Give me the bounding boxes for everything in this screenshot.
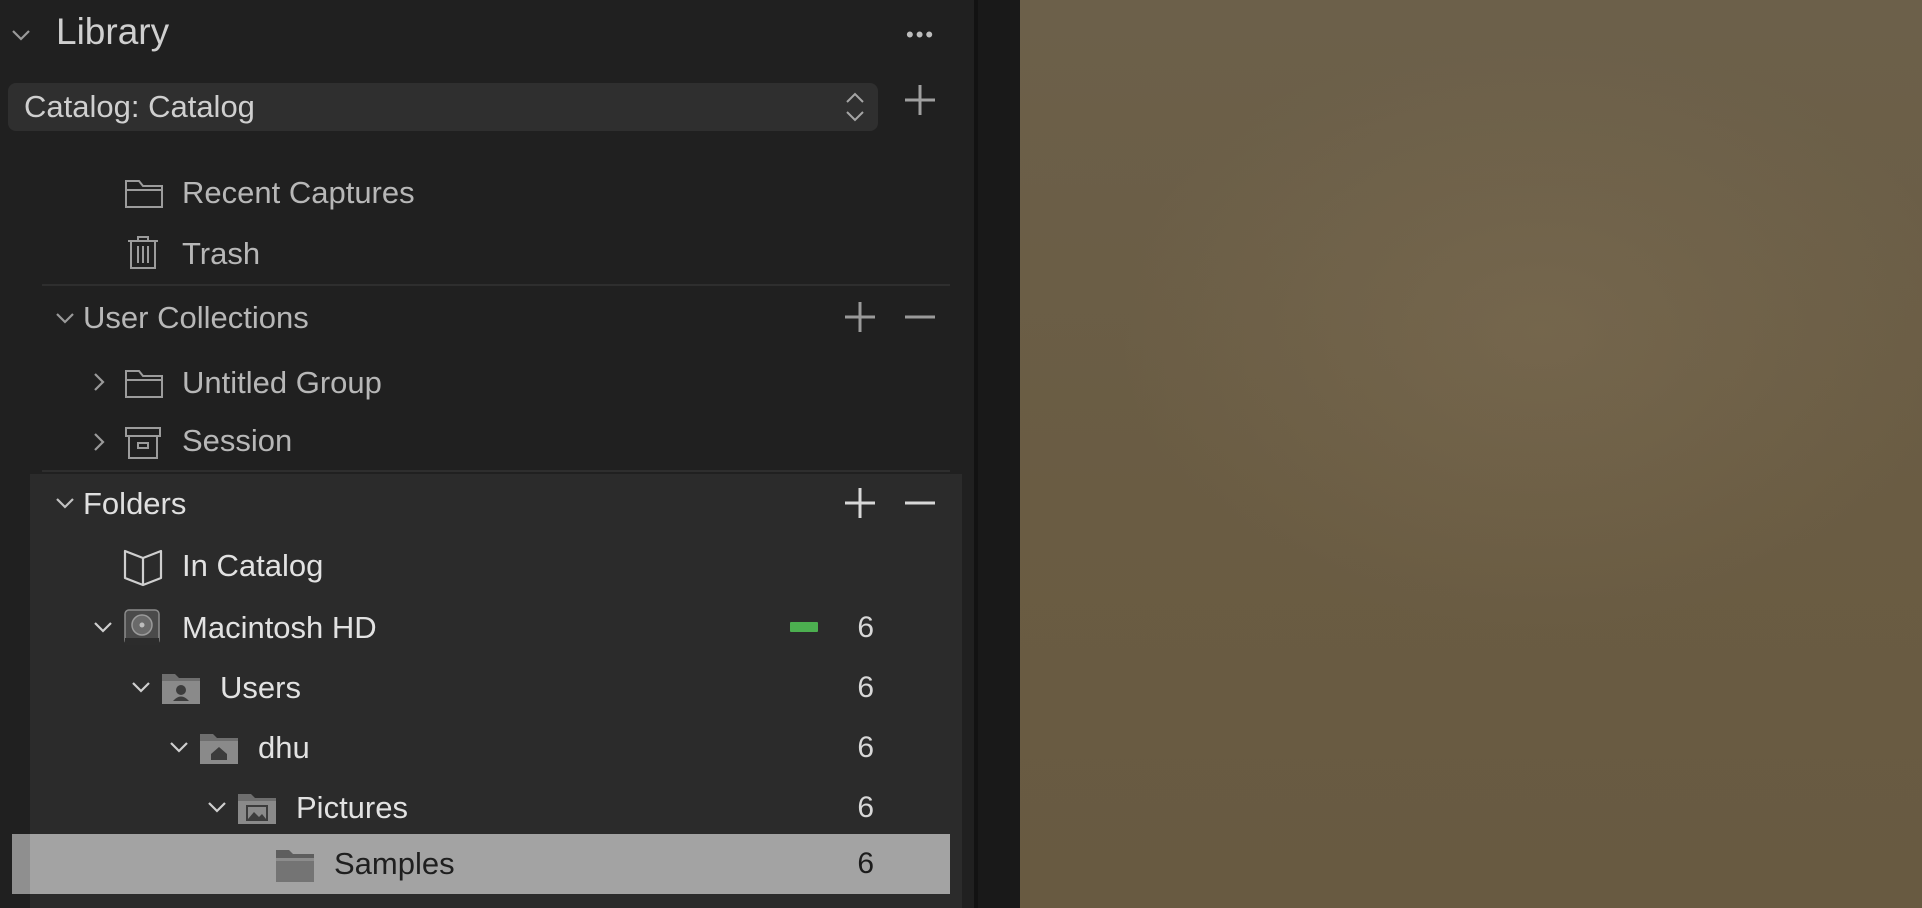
folders-title: Folders	[83, 486, 187, 521]
collapse-chevron-icon[interactable]	[206, 796, 228, 818]
library-sidebar: Library ••• Catalog: Catalog Recent Capt…	[0, 0, 974, 908]
open-book-icon	[122, 548, 164, 588]
user-collections-collapse-chevron-icon[interactable]	[54, 307, 76, 329]
folder-item-macintosh-hd[interactable]: Macintosh HD 6	[30, 608, 950, 652]
select-stepper-icon	[842, 87, 868, 132]
folder-item-label: Macintosh HD	[182, 610, 377, 645]
expand-chevron-icon[interactable]	[88, 431, 110, 453]
item-count: 6	[857, 847, 874, 880]
collection-item-untitled-group[interactable]: Untitled Group	[0, 363, 950, 407]
item-count: 6	[857, 731, 874, 764]
pictures-folder-icon	[236, 788, 278, 826]
add-catalog-button[interactable]	[902, 82, 938, 118]
folder-icon	[124, 367, 164, 399]
library-title: Library	[56, 11, 170, 52]
folder-icon	[124, 177, 164, 209]
collection-item-session[interactable]: Session	[0, 423, 950, 467]
home-folder-icon	[198, 728, 240, 766]
remove-collection-button[interactable]	[902, 299, 938, 335]
expand-chevron-icon[interactable]	[88, 371, 110, 393]
item-count: 6	[857, 791, 874, 824]
folder-item-label: Samples	[334, 846, 455, 881]
collapse-chevron-icon[interactable]	[92, 616, 114, 638]
divider-line	[974, 0, 978, 908]
folder-icon	[274, 846, 316, 884]
add-folder-button[interactable]	[842, 485, 878, 521]
folder-item-users[interactable]: Users 6	[30, 668, 950, 712]
add-collection-button[interactable]	[842, 299, 878, 335]
users-folder-icon	[160, 668, 202, 706]
collection-item-label: Untitled Group	[182, 365, 382, 400]
collection-item-label: Session	[182, 423, 293, 458]
catalog-item-label: Recent Captures	[182, 175, 415, 210]
more-options-icon[interactable]: •••	[906, 22, 935, 48]
user-collections-title: User Collections	[83, 300, 309, 335]
folder-item-label: Users	[220, 670, 301, 705]
folder-item-in-catalog[interactable]: In Catalog	[30, 548, 950, 592]
panel-divider[interactable]	[974, 0, 1020, 908]
catalog-select[interactable]: Catalog: Catalog	[8, 83, 878, 131]
collapse-chevron-icon[interactable]	[130, 676, 152, 698]
session-box-icon	[124, 425, 162, 461]
folder-item-samples[interactable]: Samples 6	[12, 834, 950, 894]
item-count: 6	[857, 671, 874, 704]
section-divider	[42, 284, 950, 286]
folder-item-dhu[interactable]: dhu 6	[30, 728, 950, 772]
folder-item-pictures[interactable]: Pictures 6	[30, 788, 950, 832]
folders-collapse-chevron-icon[interactable]	[54, 492, 76, 514]
section-divider	[42, 470, 950, 472]
catalog-select-value: Catalog: Catalog	[24, 89, 255, 124]
catalog-item-trash[interactable]: Trash	[0, 234, 950, 278]
folder-item-label: Pictures	[296, 790, 408, 825]
library-collapse-chevron-icon[interactable]	[10, 24, 32, 46]
image-viewer[interactable]	[1020, 0, 1922, 908]
hard-drive-icon	[122, 608, 162, 648]
drive-status-indicator	[790, 622, 818, 632]
folder-item-label: In Catalog	[182, 548, 324, 583]
catalog-item-recent-captures[interactable]: Recent Captures	[0, 175, 950, 219]
remove-folder-button[interactable]	[902, 485, 938, 521]
collapse-chevron-icon[interactable]	[168, 736, 190, 758]
trash-icon	[126, 234, 160, 270]
selection-accent	[12, 834, 30, 894]
item-count: 6	[857, 611, 874, 644]
catalog-item-label: Trash	[182, 236, 261, 271]
folder-item-label: dhu	[258, 730, 310, 765]
